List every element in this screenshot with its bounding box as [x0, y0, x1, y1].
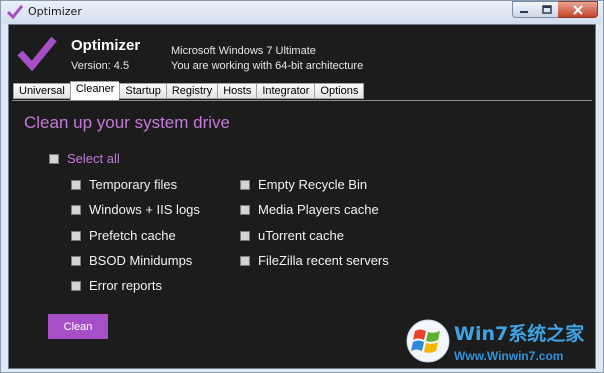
checkbox-label: Media Players cache [258, 202, 379, 217]
checkbox-box[interactable] [240, 230, 250, 241]
checkbox-label: FileZilla recent servers [258, 253, 389, 268]
checkbox-box[interactable] [71, 230, 81, 241]
checkbox-box[interactable] [240, 255, 250, 266]
clean-button[interactable]: Clean [48, 314, 108, 339]
checkbox-box[interactable] [71, 280, 81, 291]
tab-options[interactable]: Options [314, 83, 365, 99]
checkbox-box[interactable] [71, 204, 81, 215]
close-icon [572, 4, 583, 15]
checkbox-box[interactable] [71, 255, 81, 266]
tab-integrator[interactable]: Integrator [256, 83, 315, 99]
maximize-icon [541, 5, 552, 14]
maximize-button[interactable] [535, 1, 559, 18]
checkbox-label: BSOD Minidumps [89, 253, 193, 268]
checkbox-windows-iis-logs[interactable]: Windows + IIS logs [71, 202, 200, 217]
app-name: Optimizer [71, 37, 141, 54]
tab-cleaner[interactable]: Cleaner [69, 81, 120, 100]
checkbox-empty-recycle-bin[interactable]: Empty Recycle Bin [240, 177, 367, 192]
checkbox-media-players-cache[interactable]: Media Players cache [240, 202, 379, 217]
checkbox-label: Empty Recycle Bin [258, 177, 368, 192]
checkbox-temporary-files[interactable]: Temporary files [71, 177, 177, 192]
checkbox-box[interactable] [240, 204, 250, 215]
architecture-info: You are working with 64-bit architecture [171, 60, 364, 72]
panel-heading: Clean up your system drive [24, 113, 230, 132]
checkbox-box[interactable] [71, 179, 81, 190]
watermark-url: Www.Winwin7.com [454, 349, 564, 363]
checkbox-label: uTorrent cache [258, 228, 344, 243]
close-button[interactable] [558, 1, 598, 18]
checkbox-label: Windows + IIS logs [89, 202, 200, 217]
window-title: Optimizer [28, 5, 82, 18]
watermark-brand: Win7系统之家 [454, 323, 585, 345]
checkbox-label: Prefetch cache [89, 228, 176, 243]
select-all-checkbox[interactable]: Select all [49, 151, 120, 166]
os-info: Microsoft Windows 7 Ultimate [171, 45, 316, 57]
tab-startup[interactable]: Startup [119, 83, 166, 99]
checkbox-label: Error reports [89, 278, 162, 293]
tab-hosts[interactable]: Hosts [217, 83, 257, 99]
version-label: Version: 4.5 [71, 60, 130, 72]
minimize-icon [520, 10, 528, 13]
checkbox-prefetch-cache[interactable]: Prefetch cache [71, 228, 176, 243]
title-bar[interactable]: Optimizer [1, 1, 603, 24]
checkbox-bsod-minidumps[interactable]: BSOD Minidumps [71, 253, 192, 268]
tab-universal[interactable]: Universal [13, 83, 70, 99]
select-all-label: Select all [67, 151, 120, 166]
app-header: Optimizer Version: 4.5 Microsoft Windows… [9, 25, 595, 80]
checkbox-utorrent-cache[interactable]: uTorrent cache [240, 228, 344, 243]
windows-logo-icon [406, 319, 450, 363]
checkbox-label: Temporary files [89, 177, 178, 192]
app-window: Optimizer Optimizer Version: 4.5 Microso… [0, 0, 604, 373]
tab-strip: Universal Cleaner Startup Registry Hosts… [13, 81, 365, 100]
checkbox-error-reports[interactable]: Error reports [71, 278, 162, 293]
optimizer-logo-icon [17, 36, 57, 71]
watermark: Win7系统之家 Www.Winwin7.com [406, 313, 601, 371]
checkbox-box[interactable] [49, 153, 59, 164]
tab-registry[interactable]: Registry [165, 83, 218, 99]
checkbox-filezilla-recent-servers[interactable]: FileZilla recent servers [240, 253, 389, 268]
minimize-button[interactable] [512, 1, 536, 18]
checkmark-icon [7, 5, 23, 19]
checkbox-box[interactable] [240, 179, 250, 190]
